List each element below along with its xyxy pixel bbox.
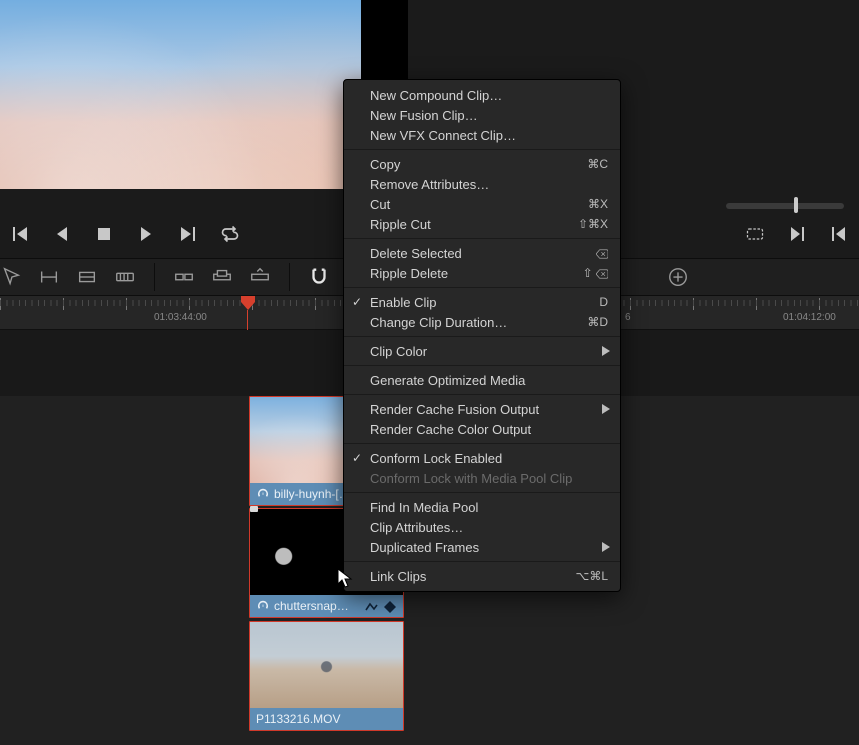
menu-new-compound-clip[interactable]: New Compound Clip… xyxy=(344,85,620,105)
clip-fade-handle[interactable] xyxy=(250,506,258,512)
next-clip-icon[interactable] xyxy=(787,224,807,244)
backspace-icon xyxy=(596,248,608,260)
ruler-label: 01:04:12:00 xyxy=(783,312,836,323)
tool-replace-icon[interactable] xyxy=(249,266,271,288)
viewer-preview xyxy=(0,0,361,189)
tool-edit-icon[interactable] xyxy=(76,266,98,288)
menu-render-cache-color[interactable]: Render Cache Color Output xyxy=(344,419,620,439)
clip-keyframe-icons[interactable] xyxy=(365,600,397,614)
add-track-icon[interactable] xyxy=(667,266,689,288)
clip-label-text: P1133216.MOV xyxy=(256,712,341,726)
backspace-icon xyxy=(596,268,608,280)
clip-speed-icon xyxy=(256,599,270,613)
match-frame-icon[interactable] xyxy=(745,224,765,244)
menu-cut[interactable]: Cut⌘X xyxy=(344,194,620,214)
menu-remove-attributes[interactable]: Remove Attributes… xyxy=(344,174,620,194)
timeline-clip[interactable]: P1133216.MOV xyxy=(249,621,404,731)
clip-speed-icon xyxy=(256,487,270,501)
tool-insert-icon[interactable] xyxy=(173,266,195,288)
menu-ripple-delete[interactable]: Ripple Delete⇧ xyxy=(344,263,620,283)
tool-blade-icon[interactable] xyxy=(114,266,136,288)
tool-selection-icon[interactable] xyxy=(0,266,22,288)
clip-context-menu: New Compound Clip… New Fusion Clip… New … xyxy=(343,79,621,592)
menu-ripple-cut[interactable]: Ripple Cut⇧⌘X xyxy=(344,214,620,234)
prev-clip-icon[interactable] xyxy=(829,224,849,244)
clip-label-text: chuttersnap… xyxy=(274,599,349,613)
ruler-label: 6 xyxy=(625,312,631,323)
menu-render-cache-fusion[interactable]: Render Cache Fusion Output xyxy=(344,399,620,419)
viewer-zoom-slider[interactable] xyxy=(726,203,844,209)
jump-last-icon[interactable] xyxy=(178,224,198,244)
menu-new-fusion-clip[interactable]: New Fusion Clip… xyxy=(344,105,620,125)
menu-generate-optimized-media[interactable]: Generate Optimized Media xyxy=(344,370,620,390)
jump-first-icon[interactable] xyxy=(10,224,30,244)
menu-find-in-media-pool[interactable]: Find In Media Pool xyxy=(344,497,620,517)
clip-label-bar: P1133216.MOV xyxy=(250,708,403,730)
clip-label-bar: chuttersnap… xyxy=(250,595,403,617)
snap-icon[interactable] xyxy=(308,266,330,288)
viewer-zoom-knob[interactable] xyxy=(794,197,798,213)
menu-new-vfx-connect-clip[interactable]: New VFX Connect Clip… xyxy=(344,125,620,145)
ruler-label: 01:03:44:00 xyxy=(154,312,207,323)
clip-label-text: billy-huynh-[… xyxy=(274,487,351,501)
menu-change-clip-duration[interactable]: Change Clip Duration…⌘D xyxy=(344,312,620,332)
menu-clip-color[interactable]: Clip Color xyxy=(344,341,620,361)
play-reverse-icon[interactable] xyxy=(52,224,72,244)
menu-clip-attributes[interactable]: Clip Attributes… xyxy=(344,517,620,537)
menu-copy[interactable]: Copy⌘C xyxy=(344,154,620,174)
menu-conform-lock-enabled[interactable]: Conform Lock Enabled xyxy=(344,448,620,468)
menu-link-clips[interactable]: Link Clips⌥⌘L xyxy=(344,566,620,586)
menu-conform-lock-pool: Conform Lock with Media Pool Clip xyxy=(344,468,620,488)
clip-thumbnail xyxy=(250,622,403,708)
tool-overwrite-icon[interactable] xyxy=(211,266,233,288)
play-icon[interactable] xyxy=(136,224,156,244)
stop-icon[interactable] xyxy=(94,224,114,244)
menu-enable-clip[interactable]: Enable ClipD xyxy=(344,292,620,312)
tool-trim-icon[interactable] xyxy=(38,266,60,288)
loop-icon[interactable] xyxy=(220,224,240,244)
menu-delete-selected[interactable]: Delete Selected xyxy=(344,243,620,263)
menu-duplicated-frames[interactable]: Duplicated Frames xyxy=(344,537,620,557)
